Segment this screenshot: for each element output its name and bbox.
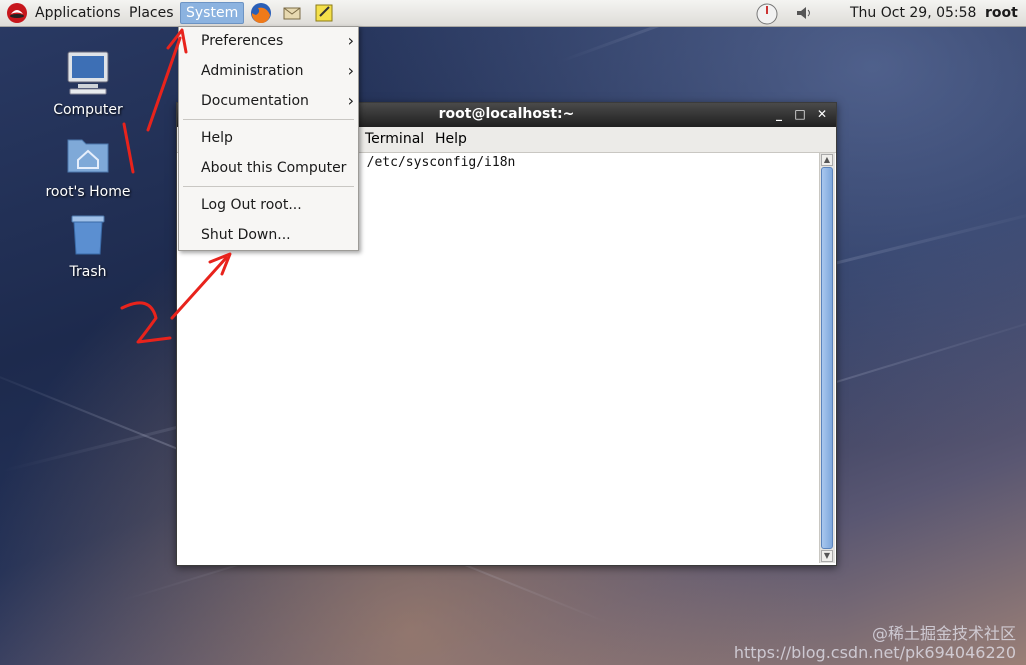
top-panel: Applications Places System Thu Oct 29, 0… (0, 0, 1026, 27)
computer-icon (67, 51, 109, 95)
menu-item-label: Preferences (201, 33, 284, 49)
clock[interactable]: Thu Oct 29, 05:58 (845, 2, 981, 24)
update-icon[interactable] (755, 2, 778, 25)
terminal-menu[interactable]: Terminal (365, 131, 424, 147)
applications-menu[interactable]: Applications (30, 2, 126, 24)
menu-item-administration[interactable]: Administration › (179, 57, 358, 85)
menu-separator (183, 119, 354, 120)
scroll-thumb[interactable] (821, 167, 833, 549)
menu-item-label: Documentation (201, 93, 309, 109)
menu-item-help[interactable]: Help (179, 124, 358, 152)
mail-icon[interactable] (281, 2, 303, 24)
help-menu[interactable]: Help (435, 131, 467, 147)
menu-separator (183, 186, 354, 187)
desktop-icon-trash[interactable]: Trash (38, 210, 138, 280)
user-menu[interactable]: root (980, 2, 1023, 24)
menu-item-label: Administration (201, 63, 304, 79)
desktop-icon-label: Computer (53, 102, 123, 118)
terminal-scrollbar[interactable]: ▲ ▼ (819, 153, 835, 563)
menu-item-label: Shut Down... (201, 227, 291, 243)
firefox-icon[interactable] (250, 2, 272, 24)
watermark: @稀土掘金技术社区 https://blog.csdn.net/pk694046… (734, 624, 1016, 662)
watermark-line-1: @稀土掘金技术社区 (871, 624, 1016, 643)
menu-item-preferences[interactable]: Preferences › (179, 27, 358, 55)
maximize-button[interactable]: □ (792, 106, 808, 122)
close-button[interactable]: ✕ (814, 106, 830, 122)
menu-item-documentation[interactable]: Documentation › (179, 87, 358, 115)
notes-icon[interactable] (313, 2, 335, 24)
menu-item-label: About this Computer (201, 160, 347, 176)
trash-icon (71, 215, 105, 255)
menu-item-about[interactable]: About this Computer (179, 154, 358, 182)
terminal-line: m /etc/sysconfig/i18n (351, 155, 516, 170)
minimize-button[interactable]: _ (771, 106, 787, 122)
menu-item-shutdown[interactable]: Shut Down... (179, 221, 358, 249)
redhat-logo-icon[interactable] (6, 2, 28, 24)
scroll-down-arrow[interactable]: ▼ (821, 550, 833, 562)
volume-icon[interactable] (793, 2, 815, 24)
desktop-icon-computer[interactable]: Computer (38, 48, 138, 118)
system-menu-button[interactable]: System (180, 2, 245, 24)
menu-item-logout[interactable]: Log Out root... (179, 191, 358, 219)
menu-item-label: Log Out root... (201, 197, 302, 213)
desktop-icon-home[interactable]: root's Home (38, 130, 138, 200)
desktop-icon-label: root's Home (45, 184, 131, 200)
menu-item-label: Help (201, 130, 233, 146)
watermark-line-2: https://blog.csdn.net/pk694046220 (733, 643, 1016, 662)
chevron-right-icon: › (347, 61, 354, 80)
chevron-right-icon: › (347, 31, 354, 50)
desktop-icon-label: Trash (69, 264, 107, 280)
places-menu[interactable]: Places (124, 2, 179, 24)
system-dropdown-menu: Preferences › Administration › Documenta… (178, 26, 359, 251)
chevron-right-icon: › (347, 91, 354, 110)
home-folder-icon (67, 139, 109, 173)
scroll-up-arrow[interactable]: ▲ (821, 154, 833, 166)
